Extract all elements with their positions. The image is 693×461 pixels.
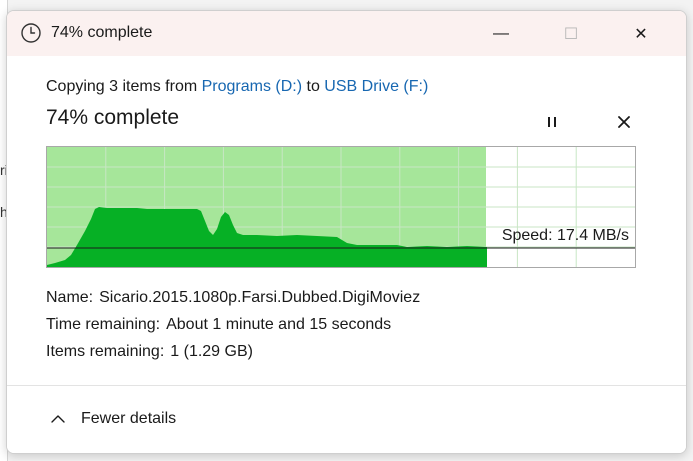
chevron-up-icon — [51, 415, 65, 423]
pause-icon — [548, 117, 556, 127]
copy-prefix: Copying 3 items from — [46, 78, 202, 95]
dialog-footer: Fewer details — [7, 385, 686, 453]
progress-title: 74% complete — [46, 106, 180, 129]
pause-button[interactable] — [538, 108, 566, 136]
transfer-speed-graph: Speed: 17.4 MB/s — [46, 146, 636, 268]
speed-label: Speed: 17.4 MB/s — [501, 227, 629, 244]
detail-name: Name: Sicario.2015.1080p.Farsi.Dubbed.Dig… — [46, 289, 420, 307]
minimize-icon: — — [493, 24, 509, 42]
close-icon: ✕ — [634, 25, 648, 43]
copy-summary: Copying 3 items from Programs (D:) to US… — [46, 78, 428, 96]
source-link[interactable]: Programs (D:) — [202, 78, 302, 95]
fewer-details-button[interactable]: Fewer details — [49, 410, 176, 428]
copy-progress-dialog: 74% complete — ☐ ✕ Copying 3 items from … — [6, 10, 687, 454]
detail-name-value: Sicario.2015.1080p.Farsi.Dubbed.DigiMovi… — [99, 289, 421, 306]
close-icon — [618, 116, 630, 128]
window-title: 74% complete — [51, 24, 153, 41]
destination-link[interactable]: USB Drive (F:) — [324, 78, 428, 95]
maximize-button[interactable]: ☐ — [548, 11, 594, 56]
cancel-button[interactable] — [610, 108, 638, 136]
detail-name-label: Name: — [46, 289, 94, 306]
detail-items-value: 1 (1.29 GB) — [170, 343, 253, 360]
minimize-button[interactable]: — — [478, 11, 524, 56]
detail-time-label: Time remaining: — [46, 316, 161, 333]
close-button[interactable]: ✕ — [618, 11, 664, 56]
detail-items-label: Items remaining: — [46, 343, 165, 360]
maximize-icon: ☐ — [563, 25, 579, 43]
copy-middle: to — [302, 78, 325, 95]
title-bar[interactable]: 74% complete — ☐ ✕ — [7, 11, 686, 56]
fewer-details-label: Fewer details — [81, 410, 177, 427]
detail-items: Items remaining: 1 (1.29 GB) — [46, 343, 253, 361]
detail-time: Time remaining: About 1 minute and 15 sec… — [46, 316, 391, 334]
clock-icon — [21, 23, 41, 43]
speed-graph-canvas — [47, 147, 635, 267]
detail-time-value: About 1 minute and 15 seconds — [166, 316, 392, 333]
